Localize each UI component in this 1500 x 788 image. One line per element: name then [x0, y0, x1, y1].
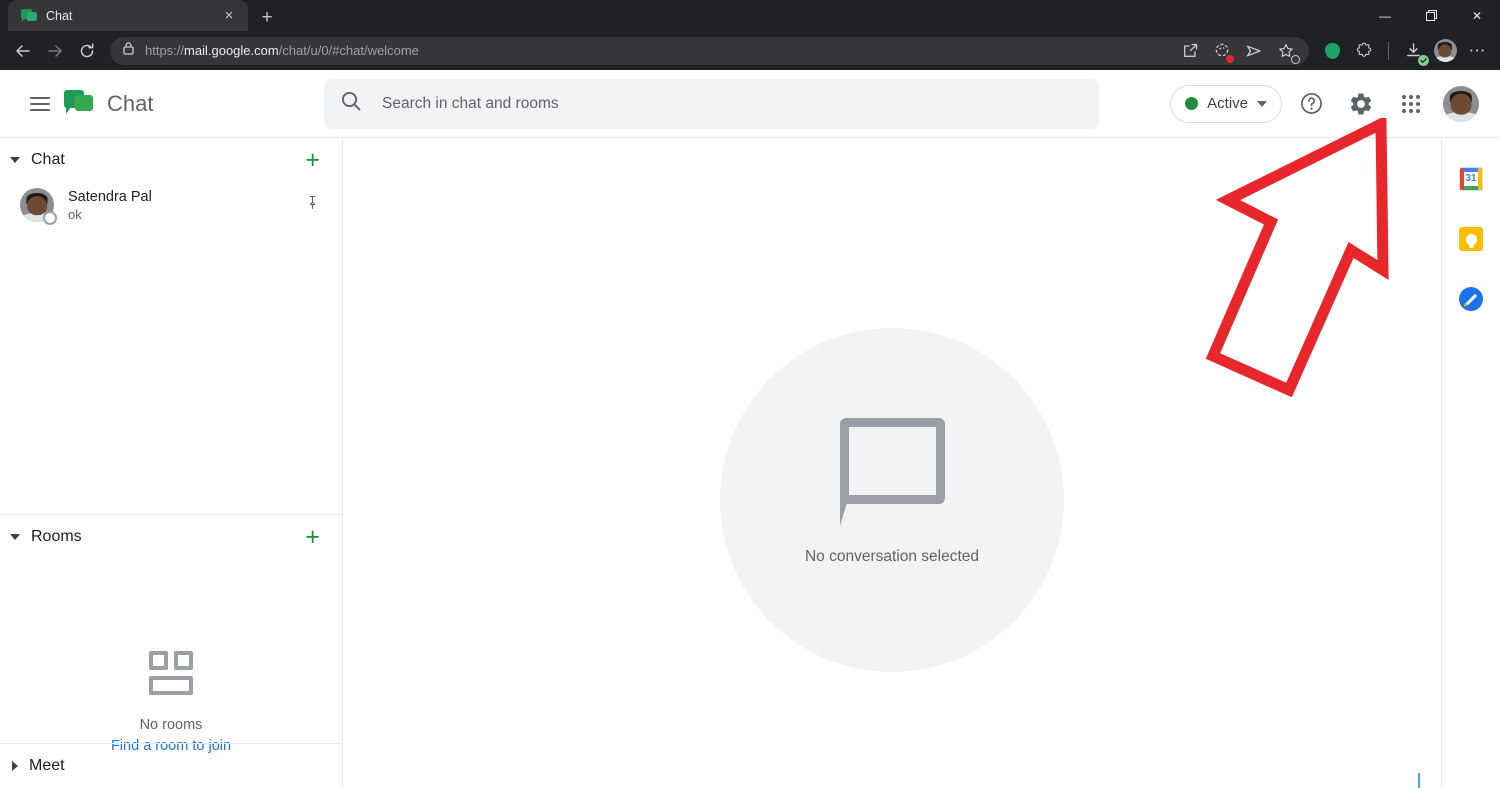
forward-icon[interactable] [40, 36, 70, 66]
account-avatar-image [1443, 85, 1479, 122]
status-dot-icon [1185, 97, 1199, 110]
search-placeholder: Search in chat and rooms [382, 94, 559, 112]
rooms-grid-icon [147, 651, 195, 697]
meet-section-title: Meet [29, 757, 65, 774]
contact-name: Satendra Pal [68, 188, 152, 205]
close-window-button[interactable]: ✕ [1454, 0, 1500, 31]
reload-icon[interactable] [72, 36, 102, 66]
close-tab-icon[interactable]: × [220, 8, 238, 23]
help-circle-icon [1300, 93, 1322, 114]
calendar-day-number: 31 [1465, 173, 1477, 184]
chevron-expand-icon[interactable] [12, 761, 18, 771]
profile-avatar[interactable] [1430, 36, 1460, 66]
tab-strip: Chat × + — ✕ [0, 0, 1500, 31]
chat-section-title: Chat [31, 151, 65, 168]
search-input[interactable]: Search in chat and rooms [324, 78, 1099, 129]
text-caret [1418, 773, 1420, 788]
google-chat-app: Chat Search in chat and rooms Active Cha… [0, 70, 1500, 788]
maximize-button[interactable] [1408, 0, 1454, 31]
new-tab-button[interactable]: + [252, 3, 282, 31]
share-icon[interactable] [1175, 36, 1205, 66]
download-complete-icon[interactable] [1398, 36, 1429, 66]
empty-state: No conversation selected [720, 328, 1064, 672]
browser-toolbar: https://mail.google.com/chat/u/0/#chat/w… [0, 31, 1500, 70]
browser-chrome: Chat × + — ✕ https://mail.google.com/cha… [0, 0, 1500, 70]
meet-section-header[interactable]: Meet [0, 744, 342, 788]
rooms-section-header: Rooms + [0, 515, 342, 559]
presence-ring-icon [43, 211, 57, 225]
list-item[interactable]: Satendra Pal ok [0, 182, 342, 228]
contact-snippet: ok [68, 206, 82, 222]
chevron-collapse-icon[interactable] [10, 534, 20, 540]
avatar [20, 188, 57, 225]
new-chat-button[interactable]: + [305, 147, 320, 173]
maximize-icon [1425, 10, 1437, 21]
pin-icon[interactable] [305, 195, 320, 215]
window-controls: — ✕ [1362, 0, 1500, 31]
google-calendar-icon[interactable]: 31 [1459, 167, 1483, 191]
new-room-button[interactable]: + [305, 524, 320, 550]
lock-icon [122, 41, 135, 60]
status-button[interactable]: Active [1170, 84, 1282, 123]
empty-state-text: No conversation selected [804, 548, 980, 565]
side-panel: 31 [1441, 137, 1500, 788]
toolbar-divider [1388, 41, 1389, 60]
chat-bubble-icon [839, 418, 945, 526]
rooms-section-title: Rooms [31, 528, 82, 545]
search-icon [340, 90, 362, 117]
header-actions: Active [1170, 83, 1486, 125]
bulb-icon [1465, 233, 1477, 248]
extension-green-icon[interactable] [1317, 36, 1347, 66]
browser-tab[interactable]: Chat × [8, 0, 248, 31]
apps-grid-button[interactable] [1390, 83, 1432, 125]
tab-title: Chat [46, 8, 73, 23]
hamburger-menu-icon[interactable] [16, 96, 64, 111]
gear-icon [1350, 93, 1372, 114]
pencil-icon [1465, 293, 1477, 305]
status-label: Active [1207, 95, 1248, 112]
google-chat-logo [64, 89, 94, 118]
minimize-button[interactable]: — [1362, 0, 1408, 31]
bookmark-add-icon[interactable] [1271, 36, 1301, 66]
rooms-empty-state: No rooms Find a room to join [0, 559, 342, 754]
apps-grid-icon [1402, 94, 1420, 113]
extensions-puzzle-icon[interactable] [1349, 36, 1379, 66]
settings-button[interactable] [1340, 83, 1382, 125]
url-text: https://mail.google.com/chat/u/0/#chat/w… [145, 43, 419, 58]
address-bar[interactable]: https://mail.google.com/chat/u/0/#chat/w… [110, 36, 1309, 66]
cookie-blocked-icon[interactable] [1207, 36, 1237, 66]
browser-window: Chat × + — ✕ https://mail.google.com/cha… [0, 0, 1500, 788]
brand: Chat [64, 89, 324, 118]
google-chat-favicon [21, 8, 37, 23]
chrome-menu-icon[interactable]: ⋯ [1462, 36, 1492, 66]
help-button[interactable] [1290, 83, 1332, 125]
chevron-down-icon [1257, 100, 1267, 107]
omnibox-icons [1175, 36, 1301, 66]
sidebar: Chat + Satendra Pal ok Rooms + No rooms … [0, 137, 343, 788]
conversation-pane: No conversation selected [343, 137, 1441, 788]
chat-section-header: Chat + [0, 138, 342, 182]
app-header: Chat Search in chat and rooms Active [0, 70, 1500, 137]
brand-name: Chat [107, 90, 154, 116]
back-icon[interactable] [8, 36, 38, 66]
google-keep-icon[interactable] [1459, 227, 1483, 251]
google-tasks-icon[interactable] [1459, 287, 1483, 311]
send-icon[interactable] [1239, 36, 1269, 66]
list-item-text: Satendra Pal ok [68, 189, 152, 222]
browser-profile-image [1433, 39, 1457, 62]
meet-section: Meet [0, 743, 342, 788]
rooms-empty-text: No rooms [139, 717, 203, 733]
account-avatar[interactable] [1440, 83, 1482, 125]
chevron-collapse-icon[interactable] [10, 157, 20, 163]
